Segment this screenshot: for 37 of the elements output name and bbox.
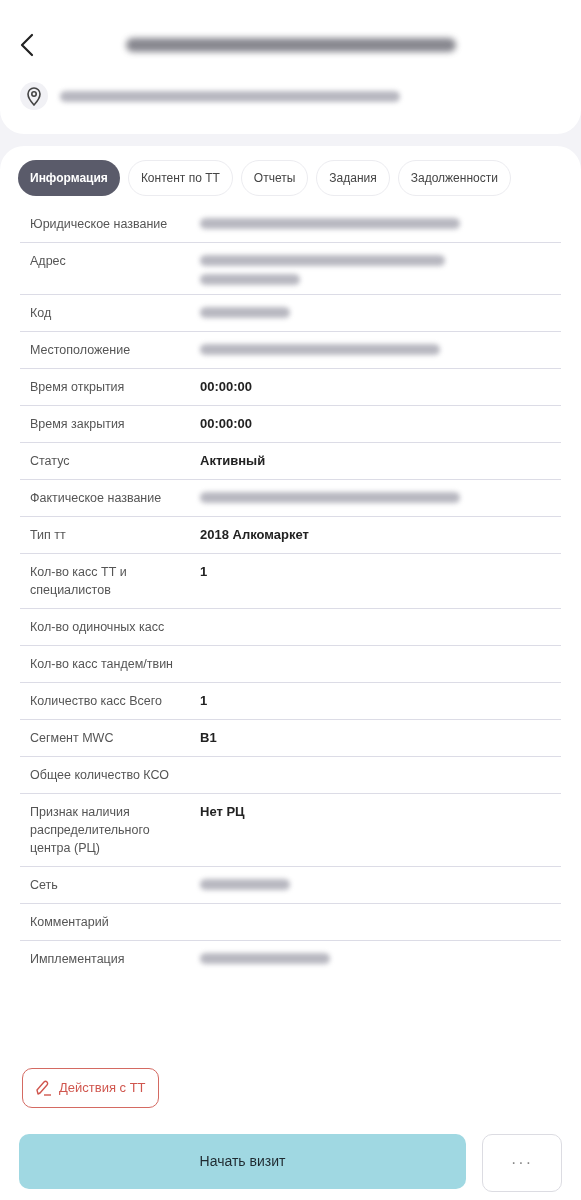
field-label: Признак наличия распределительного центра (РЦ) bbox=[29, 804, 151, 857]
field-label: Адрес bbox=[29, 253, 67, 270]
field-label: Код bbox=[29, 305, 53, 322]
field-value: 00:00:00 bbox=[200, 415, 254, 433]
field-value: 1 bbox=[200, 563, 209, 581]
location-pin-icon bbox=[20, 82, 48, 110]
more-button[interactable]: ··· bbox=[482, 1134, 562, 1192]
field-label: Сеть bbox=[29, 877, 59, 894]
field-value: 00:00:00 bbox=[200, 378, 254, 396]
field-label: Кол-во одиночных касс bbox=[29, 619, 166, 636]
tab[interactable]: Информация bbox=[18, 160, 120, 196]
field-label: Сегмент MWC bbox=[29, 730, 115, 747]
field-value: Нет РЦ bbox=[200, 803, 246, 821]
field-label: Тип тт bbox=[29, 527, 67, 544]
field-label: Фактическое название bbox=[29, 490, 163, 507]
field-value: 2018 Алкомаркет bbox=[200, 526, 310, 544]
field-label: Комментарий bbox=[29, 914, 110, 931]
actions-button[interactable]: Действия с ТТ bbox=[22, 1068, 159, 1108]
field-label: Общее количество КСО bbox=[29, 767, 170, 784]
field-value: 1 bbox=[200, 692, 209, 710]
tab[interactable]: Задания bbox=[316, 160, 390, 196]
field-label: Количество касс Всего bbox=[29, 693, 164, 710]
field-label: Местоположение bbox=[29, 342, 132, 359]
start-visit-button[interactable]: Начать визит bbox=[19, 1134, 466, 1189]
field-value: Активный bbox=[200, 452, 267, 470]
field-label: Время открытия bbox=[29, 379, 126, 396]
tab[interactable]: Задолженности bbox=[397, 160, 511, 196]
tab[interactable]: Отчеты bbox=[240, 160, 309, 196]
pencil-icon bbox=[35, 1080, 53, 1096]
tab[interactable]: Контент по ТТ bbox=[127, 160, 233, 196]
field-label: Кол-во касс тандем/твин bbox=[29, 656, 174, 673]
field-label: Юридическое название bbox=[29, 216, 169, 233]
field-label: Имплементация bbox=[29, 951, 126, 968]
field-label: Кол-во касс ТТ и специалистов bbox=[29, 564, 128, 599]
field-label: Время закрытия bbox=[29, 416, 126, 433]
field-label: Статус bbox=[29, 453, 71, 470]
field-value: B1 bbox=[200, 729, 218, 747]
